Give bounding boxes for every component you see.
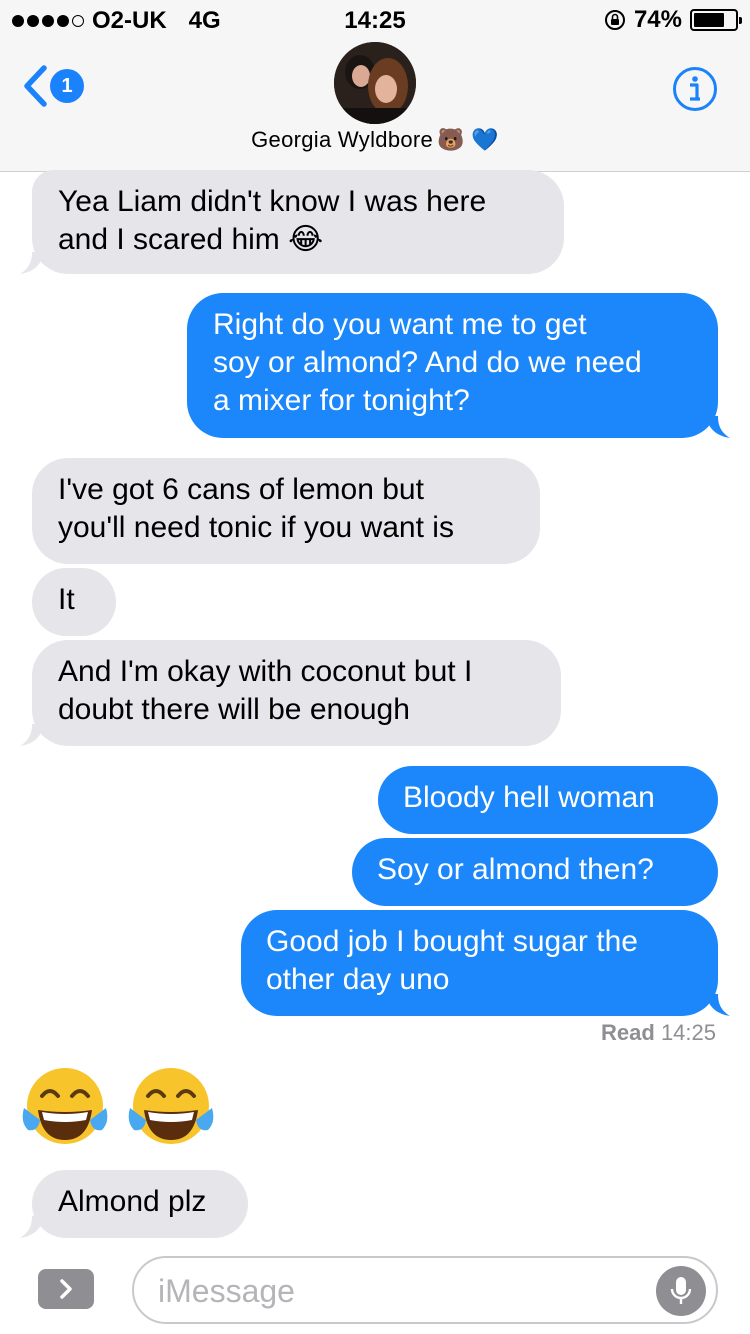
message-field[interactable] — [132, 1256, 718, 1324]
avatar-photo — [334, 42, 416, 124]
message-line: soy or almond? And do we need — [213, 346, 642, 379]
status-bar: O2-UK 4G 14:25 74% — [0, 0, 750, 40]
battery-percent: 74% — [633, 6, 682, 33]
bubble-tail — [706, 416, 730, 438]
read-time: 14:25 — [660, 1020, 716, 1045]
expand-apps-button[interactable] — [38, 1269, 94, 1309]
chevron-right-icon — [60, 1279, 72, 1299]
outgoing-message-bubble[interactable]: Good job I bought sugar the other day un… — [241, 910, 718, 1016]
message-line: other day uno — [266, 963, 450, 996]
contact-name-text: Georgia Wyldbore — [251, 127, 434, 152]
message-line: Soy or almond then? — [377, 853, 654, 886]
message-line: And I'm okay with coconut but I — [58, 655, 473, 688]
emoji-only-message[interactable] — [18, 1064, 218, 1148]
outgoing-message-bubble[interactable]: Right do you want me to get soy or almon… — [187, 293, 718, 438]
incoming-message-bubble[interactable]: I've got 6 cans of lemon but you'll need… — [32, 458, 540, 564]
rotation-lock-icon — [604, 10, 625, 30]
outgoing-message-bubble[interactable]: Bloody hell woman — [378, 766, 718, 834]
bubble-tail — [20, 724, 44, 746]
incoming-message-bubble[interactable]: Almond plz — [32, 1170, 248, 1238]
message-line: you'll need tonic if you want is — [58, 511, 454, 544]
message-line: a mixer for tonight? — [213, 384, 470, 417]
compose-bar — [0, 1240, 750, 1334]
message-input[interactable] — [158, 1268, 658, 1314]
message-line: Yea Liam didn't know I was here — [58, 185, 487, 218]
tears-of-joy-emoji — [128, 1068, 214, 1144]
unread-count-badge: 1 — [50, 69, 84, 103]
dictation-button[interactable] — [656, 1266, 706, 1316]
contact-name[interactable]: Georgia Wyldbore 🐻 💙 — [0, 127, 750, 153]
incoming-message-bubble[interactable]: And I'm okay with coconut but I doubt th… — [32, 640, 561, 746]
tears-of-joy-emoji — [22, 1068, 108, 1144]
tears-of-joy-emoji: 😂 — [288, 223, 324, 256]
battery-level-fill — [694, 13, 724, 27]
bubble-tail — [20, 252, 44, 274]
read-label: Read — [601, 1020, 655, 1045]
contact-name-emojis: 🐻 💙 — [437, 127, 499, 152]
message-line: and I scared him 😂 — [58, 223, 324, 256]
message-line: I've got 6 cans of lemon but — [58, 473, 424, 506]
outgoing-message-bubble[interactable]: Soy or almond then? — [352, 838, 718, 906]
message-line: Bloody hell woman — [403, 781, 655, 814]
incoming-message-bubble[interactable]: Yea Liam didn't know I was here and I sc… — [32, 170, 564, 274]
bubble-tail — [706, 994, 730, 1016]
incoming-message-bubble[interactable]: It — [32, 568, 116, 636]
message-line: Almond plz — [58, 1185, 207, 1218]
message-line: It — [58, 583, 75, 616]
message-line: Right do you want me to get — [213, 308, 587, 341]
chevron-left-icon — [24, 65, 47, 107]
battery-icon — [690, 9, 742, 31]
contact-avatar[interactable] — [334, 42, 416, 124]
message-line: doubt there will be enough — [58, 693, 410, 726]
back-button[interactable]: 1 — [22, 64, 84, 108]
read-receipt: Read 14:25 — [601, 1020, 716, 1046]
microphone-icon — [670, 1277, 692, 1304]
message-line: Good job I bought sugar the — [266, 925, 638, 958]
bubble-tail — [20, 1216, 44, 1238]
info-icon[interactable] — [672, 66, 718, 112]
